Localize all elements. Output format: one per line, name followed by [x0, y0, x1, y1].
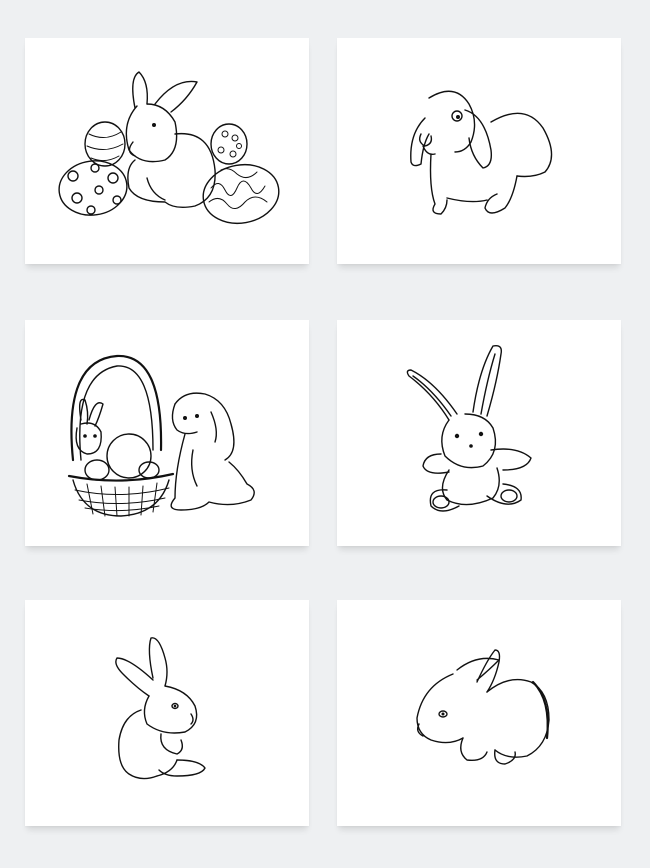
- gallery-card-plush-bunny[interactable]: [337, 320, 621, 546]
- gallery-card-crouching-bunny[interactable]: [337, 600, 621, 826]
- sitting-bunny-icon: [115, 637, 206, 780]
- bunny-with-easter-eggs-icon: [58, 71, 280, 225]
- lop-eared-bunny-icon: [410, 90, 553, 215]
- gallery-card-sitting-bunny[interactable]: [25, 600, 309, 826]
- plush-bunny-icon: [406, 344, 532, 512]
- gallery-card-bunny-eggs[interactable]: [25, 38, 309, 264]
- gallery-card-bunny-basket[interactable]: [25, 320, 309, 546]
- gallery-card-lop-bunny[interactable]: [337, 38, 621, 264]
- bunny-with-easter-basket-icon: [67, 354, 255, 517]
- crouching-bunny-icon: [416, 649, 550, 765]
